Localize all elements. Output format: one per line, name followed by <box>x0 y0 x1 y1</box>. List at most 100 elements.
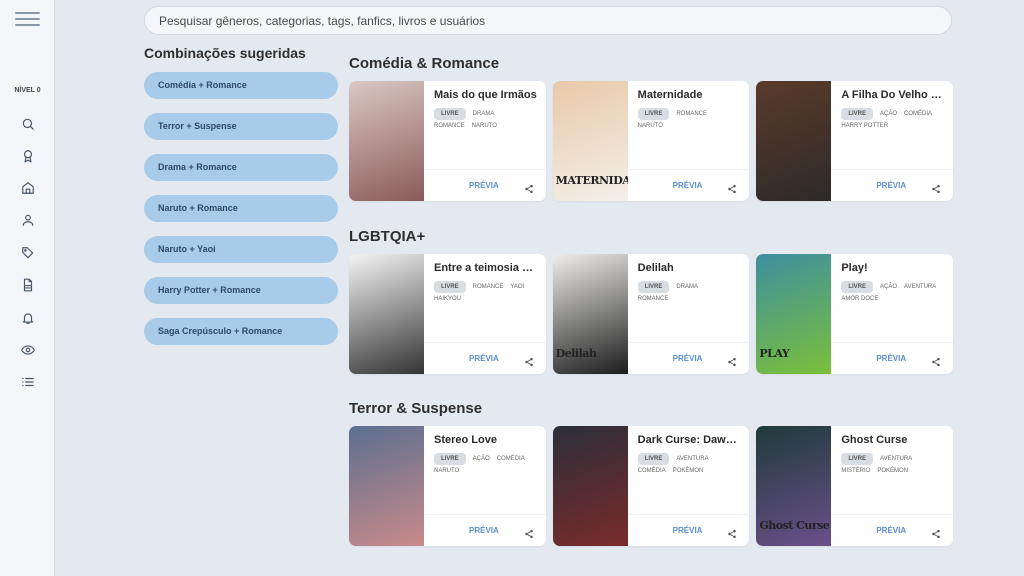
genre-tag[interactable]: YAOI <box>510 281 524 293</box>
share-icon[interactable] <box>524 181 534 194</box>
preview-button[interactable]: PRÉVIA <box>876 526 906 535</box>
story-cover-image[interactable]: MATERNIDADE <box>552 81 628 201</box>
genre-tag[interactable]: AVENTURA <box>676 453 708 465</box>
story-title[interactable]: Stereo Love <box>434 434 538 446</box>
genre-tag[interactable]: AVENTURA <box>880 453 912 465</box>
story-card[interactable]: Entre a teimosia e a... LIVRE ROMANCE YAOI H… <box>349 254 546 374</box>
story-cover-image[interactable] <box>349 426 424 546</box>
rating-badge: LIVRE <box>434 453 466 465</box>
story-cover-image[interactable] <box>552 426 628 546</box>
preview-button[interactable]: PRÉVIA <box>673 526 703 535</box>
combo-chip[interactable]: Naruto + Yaoi <box>144 236 338 263</box>
genre-tag[interactable]: POKÉMON <box>877 465 908 477</box>
story-cover-image[interactable] <box>756 81 832 201</box>
share-icon[interactable] <box>727 181 737 194</box>
preview-button[interactable]: PRÉVIA <box>469 181 499 190</box>
preview-button[interactable]: PRÉVIA <box>673 354 703 363</box>
story-cover-image[interactable] <box>349 254 424 374</box>
genre-tag[interactable]: ROMANCE <box>638 293 669 305</box>
story-card[interactable]: Delilah Delilah LIVRE DRAMA ROMANCE PRÉVIA <box>552 254 750 374</box>
card-row: Mais do que Irmãos LIVRE DRAMA ROMANCE NARUT… <box>349 81 954 201</box>
story-title[interactable]: Mais do que Irmãos <box>434 89 538 101</box>
genre-tag[interactable]: ROMANCE <box>473 281 504 293</box>
genre-tag[interactable]: NARUTO <box>638 120 663 132</box>
story-card[interactable]: MATERNIDADE Maternidade LIVRE ROMANCE NARUTO… <box>552 81 750 201</box>
story-title[interactable]: Play! <box>841 262 945 274</box>
genre-tag[interactable]: MISTÉRIO <box>841 465 870 477</box>
story-title[interactable]: Maternidade <box>638 89 742 101</box>
genre-tag[interactable]: AMOR DOCE <box>841 293 878 305</box>
preview-button[interactable]: PRÉVIA <box>673 181 703 190</box>
share-icon[interactable] <box>524 526 534 539</box>
genre-tag[interactable]: COMÉDIA <box>904 108 932 120</box>
story-title[interactable]: Entre a teimosia e a... <box>434 262 538 274</box>
genre-tag[interactable]: NARUTO <box>472 120 497 132</box>
genre-tag[interactable]: HAIKYOU <box>434 293 461 305</box>
story-info: Mais do que Irmãos LIVRE DRAMA ROMANCE NARUT… <box>424 81 546 201</box>
eye-icon[interactable] <box>18 340 38 360</box>
genre-tag[interactable]: ROMANCE <box>434 120 465 132</box>
combo-chip[interactable]: Terror + Suspense <box>144 113 338 140</box>
story-card[interactable]: Stereo Love LIVRE AÇÃO COMÉDIA NARUTO PRÉVIA <box>349 426 546 546</box>
search-icon[interactable] <box>18 114 38 134</box>
genre-tag[interactable]: AVENTURA <box>904 281 936 293</box>
combo-chip[interactable]: Harry Potter + Romance <box>144 277 338 304</box>
preview-button[interactable]: PRÉVIA <box>876 181 906 190</box>
preview-button[interactable]: PRÉVIA <box>469 526 499 535</box>
story-title[interactable]: A Filha Do Velho M... <box>841 89 945 101</box>
card-footer: PRÉVIA <box>424 169 546 201</box>
cover-text: MATERNIDADE <box>555 174 628 187</box>
combo-chip[interactable]: Drama + Romance <box>144 154 338 181</box>
search-input[interactable] <box>144 6 952 35</box>
card-row: Entre a teimosia e a... LIVRE ROMANCE YAOIH… <box>349 254 954 374</box>
badge-icon[interactable] <box>18 146 38 166</box>
genre-tag[interactable]: DRAMA <box>473 108 495 120</box>
story-card[interactable]: PLAY Play! LIVRE AÇÃO AVENTURA AMOR DOCE PRÉVI… <box>756 254 954 374</box>
genre-tag[interactable]: COMÉDIA <box>638 465 666 477</box>
story-title[interactable]: Delilah <box>638 262 742 274</box>
share-icon[interactable] <box>931 526 941 539</box>
genre-tag[interactable]: POKÉMON <box>673 465 704 477</box>
genre-tag[interactable]: NARUTO <box>434 465 459 477</box>
home-icon[interactable] <box>18 178 38 198</box>
document-icon[interactable] <box>18 275 38 295</box>
genre-tag[interactable]: AÇÃO <box>880 108 897 120</box>
bell-icon[interactable] <box>18 308 38 328</box>
combo-chip[interactable]: Comédia + Romance <box>144 72 338 99</box>
preview-button[interactable]: PRÉVIA <box>876 354 906 363</box>
story-cover-image[interactable] <box>349 81 424 201</box>
story-card[interactable]: A Filha Do Velho M... LIVRE AÇÃO COMÉDIA HAR… <box>756 81 954 201</box>
card-footer: PRÉVIA <box>424 342 546 374</box>
preview-button[interactable]: PRÉVIA <box>469 354 499 363</box>
tag-icon[interactable] <box>18 243 38 263</box>
story-title[interactable]: Dark Curse: Dawn O... <box>638 434 742 446</box>
combo-chip[interactable]: Saga Crepúsculo + Romance <box>144 318 338 345</box>
genre-tag[interactable]: AÇÃO <box>880 281 897 293</box>
tag-list: LIVRE AÇÃO COMÉDIA NARUTO <box>434 453 538 477</box>
genre-tag[interactable]: ROMANCE <box>676 108 707 120</box>
story-card[interactable]: Mais do que Irmãos LIVRE DRAMA ROMANCE NARUT… <box>349 81 546 201</box>
story-info: Dark Curse: Dawn O... LIVRE AVENTURA COMÉDI… <box>627 426 750 546</box>
rating-badge: LIVRE <box>637 281 670 293</box>
combo-chip[interactable]: Naruto + Romance <box>144 195 338 222</box>
genre-tag[interactable]: HARRY POTTER <box>841 120 888 132</box>
share-icon[interactable] <box>727 354 737 367</box>
story-cover-image[interactable]: PLAY <box>756 254 832 374</box>
hamburger-menu-icon[interactable] <box>15 12 40 26</box>
share-icon[interactable] <box>524 354 534 367</box>
story-cover-image[interactable]: Ghost Curse <box>756 426 832 546</box>
rating-badge: LIVRE <box>841 453 874 465</box>
genre-tag[interactable]: DRAMA <box>676 281 698 293</box>
story-cover-image[interactable]: Delilah <box>552 254 628 374</box>
story-card[interactable]: Ghost Curse Ghost Curse LIVRE AVENTURA MISTÉ… <box>756 426 954 546</box>
story-card[interactable]: Dark Curse: Dawn O... LIVRE AVENTURA COMÉDI… <box>552 426 750 546</box>
share-icon[interactable] <box>931 181 941 194</box>
share-icon[interactable] <box>727 526 737 539</box>
list-icon[interactable] <box>18 372 38 392</box>
story-title[interactable]: Ghost Curse <box>841 434 945 446</box>
user-icon[interactable] <box>18 210 38 230</box>
share-icon[interactable] <box>931 354 941 367</box>
section-title: Comédia & Romance <box>349 55 500 72</box>
genre-tag[interactable]: AÇÃO <box>473 453 490 465</box>
genre-tag[interactable]: COMÉDIA <box>497 453 525 465</box>
